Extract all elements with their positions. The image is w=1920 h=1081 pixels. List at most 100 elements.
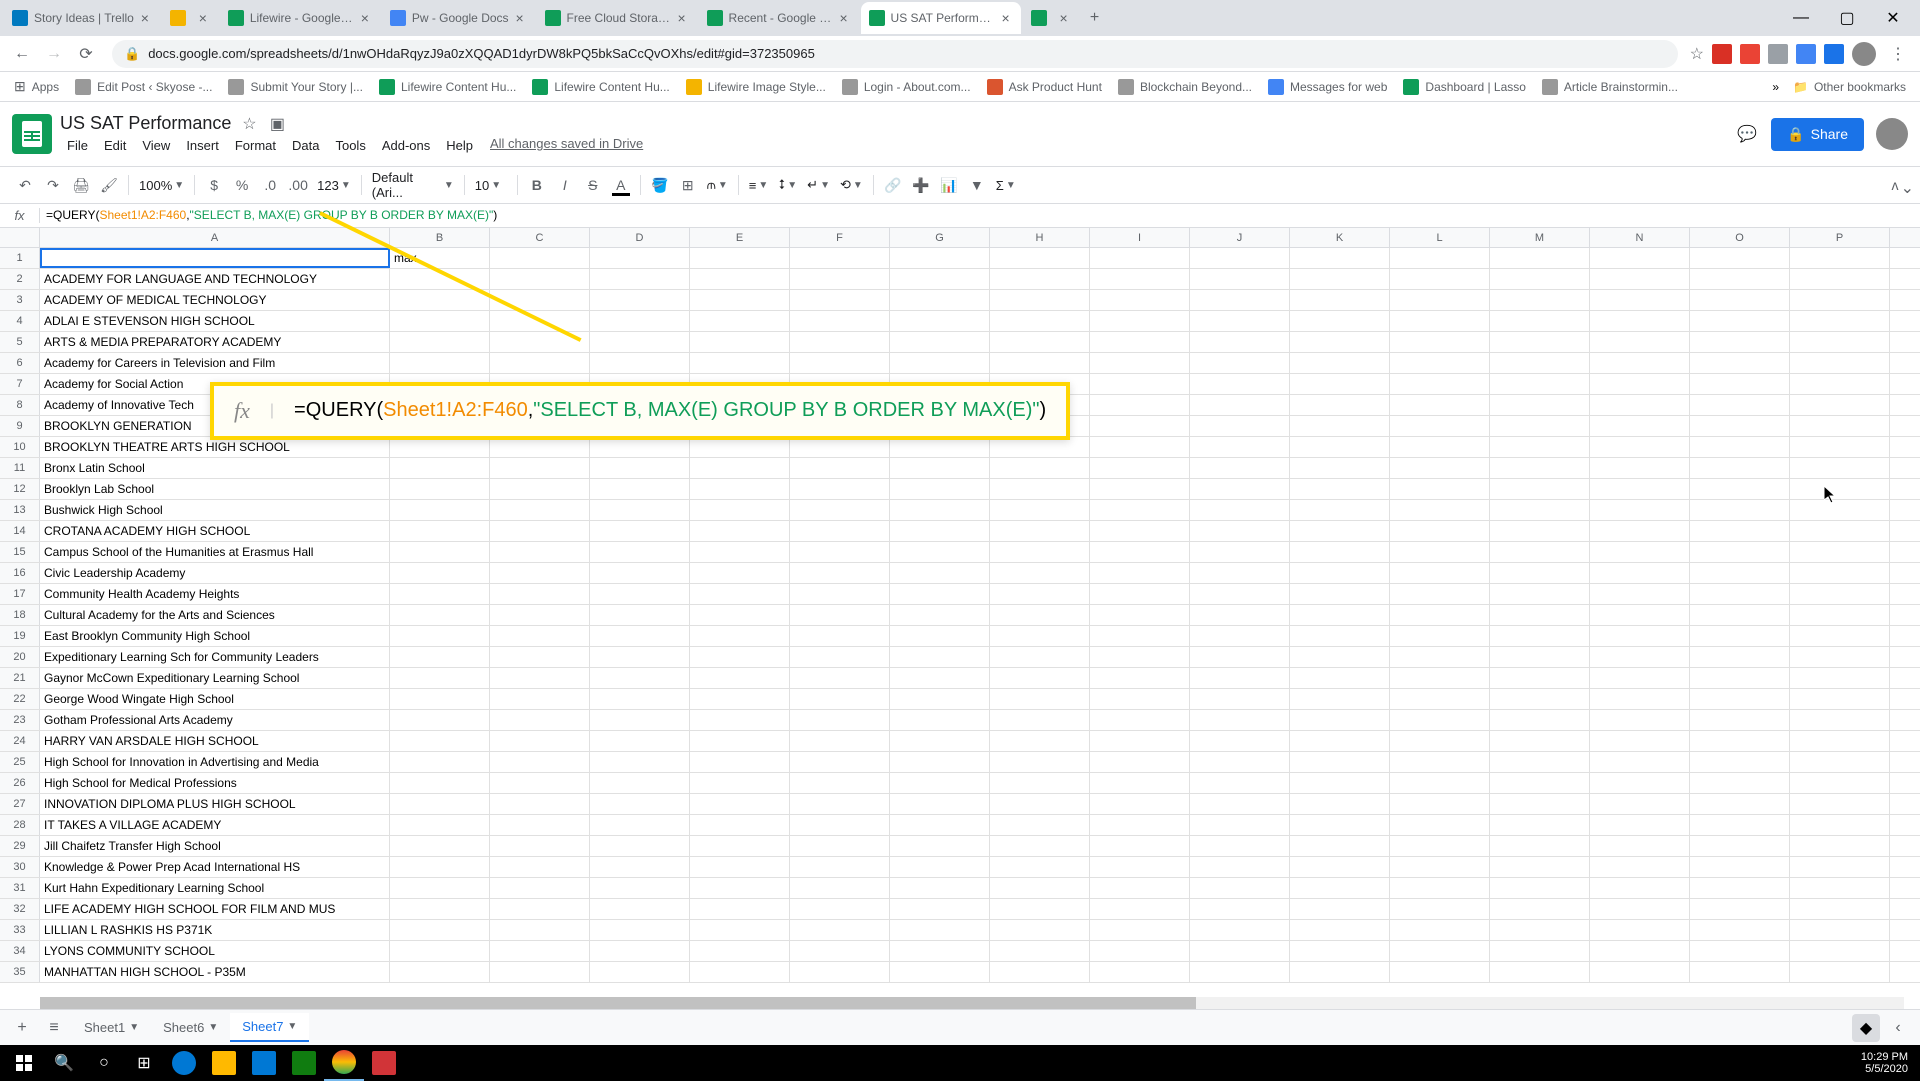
cell[interactable] [590,584,690,604]
row-header[interactable]: 34 [0,941,40,961]
cell[interactable] [1490,941,1590,961]
cell[interactable] [1090,731,1190,751]
cell[interactable] [890,248,990,268]
cell[interactable] [1090,248,1190,268]
cell[interactable] [590,521,690,541]
browser-tab[interactable]: Story Ideas | Trello× [4,2,160,34]
cell[interactable] [1590,353,1690,373]
cell[interactable] [1190,878,1290,898]
cell[interactable] [1090,689,1190,709]
start-button[interactable] [4,1045,44,1081]
cell[interactable] [1090,542,1190,562]
row-header[interactable]: 35 [0,962,40,982]
cell[interactable]: INNOVATION DIPLOMA PLUS HIGH SCHOOL [40,794,390,814]
cell[interactable] [890,794,990,814]
cell[interactable] [1490,899,1590,919]
cell[interactable] [890,773,990,793]
cell[interactable] [890,752,990,772]
cell[interactable] [1290,437,1390,457]
cell[interactable] [1090,752,1190,772]
cell[interactable] [1490,353,1590,373]
cell[interactable] [1790,857,1890,877]
row-header[interactable]: 5 [0,332,40,352]
cell[interactable] [1290,731,1390,751]
cell[interactable] [690,920,790,940]
cell[interactable] [990,584,1090,604]
cell[interactable] [590,731,690,751]
system-tray[interactable]: 10:29 PM 5/5/2020 [1861,1051,1916,1075]
cell[interactable] [490,605,590,625]
column-header[interactable]: A [40,228,390,247]
cell[interactable] [1390,500,1490,520]
cell[interactable] [1190,437,1290,457]
cell[interactable] [1590,395,1690,415]
cell[interactable] [1090,605,1190,625]
cell[interactable] [790,836,890,856]
row-header[interactable]: 3 [0,290,40,310]
cell[interactable] [1490,395,1590,415]
cell[interactable] [1590,815,1690,835]
cell[interactable] [1290,878,1390,898]
cell[interactable] [1690,899,1790,919]
column-header[interactable]: N [1590,228,1690,247]
cell[interactable] [1490,437,1590,457]
row-header[interactable]: 16 [0,563,40,583]
cell[interactable] [590,500,690,520]
cell[interactable] [590,857,690,877]
cell[interactable] [590,899,690,919]
column-header[interactable]: E [690,228,790,247]
cell[interactable] [1290,710,1390,730]
cell[interactable] [1590,479,1690,499]
cell[interactable] [1090,899,1190,919]
edge-icon[interactable] [164,1045,204,1081]
cell[interactable] [1490,836,1590,856]
cell[interactable] [890,290,990,310]
other-bookmarks[interactable]: 📁Other bookmarks [1787,76,1912,98]
cell[interactable] [1290,458,1390,478]
cell[interactable] [390,920,490,940]
cell[interactable] [1290,689,1390,709]
cell[interactable] [1590,626,1690,646]
cell[interactable] [490,857,590,877]
cell[interactable] [790,248,890,268]
cell[interactable] [1790,500,1890,520]
cell[interactable] [1590,458,1690,478]
cell[interactable] [1490,773,1590,793]
cell[interactable] [1790,311,1890,331]
cell[interactable] [1490,626,1590,646]
cell[interactable] [890,479,990,499]
cell[interactable] [1190,899,1290,919]
cell[interactable]: ACADEMY FOR LANGUAGE AND TECHNOLOGY [40,269,390,289]
back-button[interactable]: ← [8,40,36,68]
comments-button[interactable]: 💬 [1735,122,1759,146]
cell[interactable] [990,521,1090,541]
cell[interactable] [890,437,990,457]
cell[interactable] [990,353,1090,373]
cell[interactable] [1790,773,1890,793]
cell[interactable] [1390,962,1490,982]
cell[interactable] [390,815,490,835]
bookmark-item[interactable]: Edit Post ‹ Skyose -... [69,75,218,99]
cell[interactable] [1790,836,1890,856]
cell[interactable] [990,605,1090,625]
cell[interactable]: East Brooklyn Community High School [40,626,390,646]
cell[interactable] [1590,416,1690,436]
cell[interactable] [390,836,490,856]
cell[interactable] [390,290,490,310]
cell[interactable] [1790,437,1890,457]
row-header[interactable]: 10 [0,437,40,457]
column-header[interactable]: O [1690,228,1790,247]
cell[interactable] [690,689,790,709]
cell[interactable] [490,521,590,541]
cell[interactable] [1790,248,1890,268]
column-header[interactable]: K [1290,228,1390,247]
cell[interactable] [1790,353,1890,373]
cell[interactable] [990,290,1090,310]
cell[interactable] [790,311,890,331]
cell[interactable] [1090,836,1190,856]
cell[interactable]: ACADEMY OF MEDICAL TECHNOLOGY [40,290,390,310]
cell[interactable] [1390,899,1490,919]
cell[interactable] [590,962,690,982]
cell[interactable] [490,626,590,646]
cell[interactable] [1190,374,1290,394]
